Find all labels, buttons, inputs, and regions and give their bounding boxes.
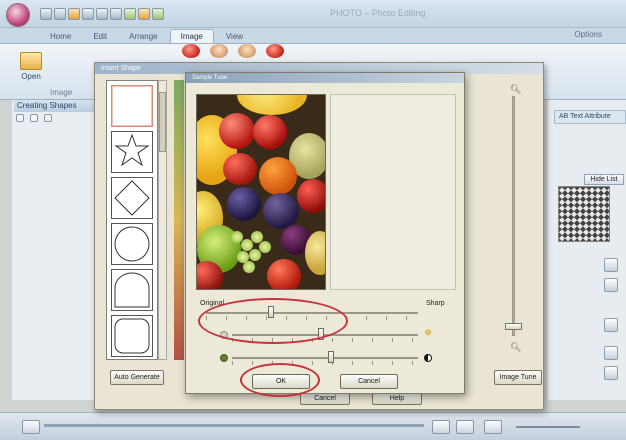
image-tune-button[interactable]: Image Tune [494, 370, 542, 385]
right-pane-button[interactable] [604, 318, 618, 332]
face-thumbnail-icon[interactable] [238, 44, 256, 58]
hide-list-button[interactable]: Hide List [584, 174, 624, 185]
text-attribute-tab[interactable]: AB Text Attribute [554, 110, 626, 124]
insert-shape-help-button[interactable]: Help [372, 393, 422, 405]
options-menu[interactable]: Options [574, 30, 602, 39]
save-icon[interactable] [82, 8, 94, 20]
insert-shape-cancel-button[interactable]: Cancel [300, 393, 350, 405]
pattern-thumbnail[interactable] [558, 186, 610, 242]
shape-rounded-rectangle[interactable] [111, 315, 153, 357]
next-button[interactable] [484, 420, 502, 434]
rounded-rectangle-shape-icon [114, 318, 150, 354]
diamond-shape-icon [114, 180, 150, 216]
shape-arch[interactable] [111, 269, 153, 311]
tab-home[interactable]: Home [40, 30, 81, 43]
left-pane-tools [16, 114, 52, 122]
zoom-vertical-slider-thumb[interactable] [505, 323, 522, 330]
tab-view[interactable]: View [216, 30, 253, 43]
apple-thumbnail-icon[interactable] [182, 44, 200, 58]
palette-icon[interactable] [124, 8, 136, 20]
color-icon[interactable] [152, 8, 164, 20]
tab-arrange[interactable]: Arrange [119, 30, 167, 43]
shape-list-scroll-thumb[interactable] [159, 92, 166, 152]
right-pane-button[interactable] [604, 278, 618, 292]
contrast-high-icon [424, 354, 432, 362]
timeline-start-button[interactable] [22, 420, 40, 434]
auto-generate-button[interactable]: Auto Generate [110, 370, 164, 385]
face-thumbnail-icon[interactable] [210, 44, 228, 58]
previous-button[interactable] [432, 420, 450, 434]
tune-dialog-title: Sample Tune [186, 73, 464, 83]
open-button-label: Open [21, 72, 41, 81]
left-pane-header: Creating Shapes [14, 100, 94, 112]
shape-list[interactable] [106, 80, 158, 360]
shape-diamond[interactable] [111, 177, 153, 219]
contrast-slider-track[interactable] [232, 357, 418, 359]
shape-circle[interactable] [111, 223, 153, 265]
tune-result-preview [330, 94, 456, 290]
tab-edit[interactable]: Edit [83, 30, 117, 43]
tab-image[interactable]: Image [169, 29, 214, 43]
application-menu-button[interactable] [6, 3, 30, 27]
zoom-slider[interactable] [516, 426, 580, 428]
open-icon[interactable] [54, 8, 66, 20]
undo-icon[interactable] [110, 8, 122, 20]
fruit-photo-preview [196, 94, 326, 290]
cancel-button[interactable]: Cancel [340, 374, 398, 389]
left-pane [12, 100, 96, 400]
zoom-out-icon: 🔍︎ [510, 342, 522, 352]
tomato-thumbnail-icon[interactable] [266, 44, 284, 58]
zoom-vertical-slider[interactable] [512, 96, 515, 336]
contrast-low-icon [220, 354, 228, 362]
shape-rectangle[interactable] [111, 85, 153, 127]
timeline-track[interactable] [44, 424, 424, 427]
ribbon-thumbnails [182, 44, 284, 58]
preview-strip [174, 80, 184, 360]
circle-shape-icon [114, 226, 150, 262]
star-shape-icon [114, 133, 150, 167]
zoom-in-icon: 🔍︎ [510, 84, 522, 94]
right-pane-button[interactable] [604, 366, 618, 380]
brightness-high-icon: ✵ [424, 328, 433, 339]
image-icon[interactable] [138, 8, 150, 20]
folder-open-icon [20, 52, 42, 70]
folder-icon[interactable] [68, 8, 80, 20]
ribbon-tabs: Home Edit Arrange Image View Options [0, 28, 626, 44]
tool-icon[interactable] [44, 114, 52, 122]
slider-highlight-annotation [198, 298, 348, 344]
ok-highlight-annotation [240, 363, 320, 397]
new-icon[interactable] [40, 8, 52, 20]
tool-icon[interactable] [30, 114, 38, 122]
window-title: PHOTO – Photo Editing [330, 8, 426, 18]
print-icon[interactable] [96, 8, 108, 20]
arch-shape-icon [114, 272, 150, 308]
slider-sharp-label: Sharp [426, 300, 445, 307]
play-button[interactable] [456, 420, 474, 434]
ribbon-group-label: Image [50, 88, 73, 97]
shape-star[interactable] [111, 131, 153, 173]
right-pane-button[interactable] [604, 258, 618, 272]
open-button[interactable]: Open [14, 48, 48, 90]
tool-icon[interactable] [16, 114, 24, 122]
quick-access-toolbar [40, 8, 164, 22]
right-pane-button[interactable] [604, 346, 618, 360]
contrast-slider-thumb[interactable] [328, 351, 334, 363]
